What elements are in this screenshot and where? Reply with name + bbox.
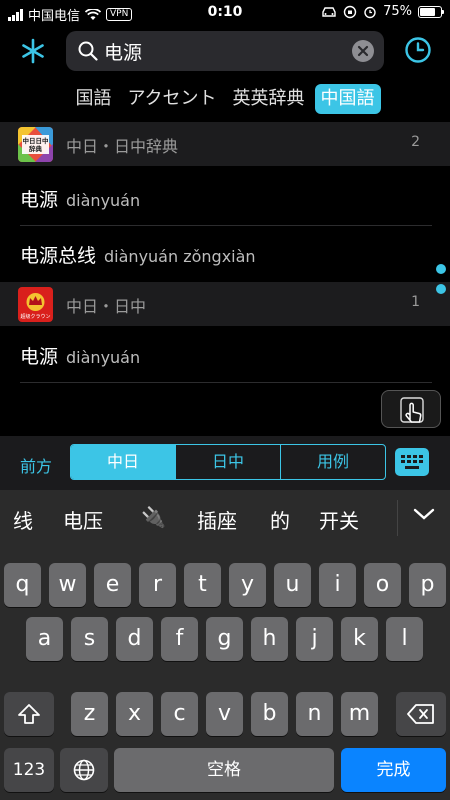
key-m[interactable]: m: [341, 692, 378, 736]
key-r[interactable]: r: [139, 563, 176, 607]
key-z[interactable]: z: [71, 692, 108, 736]
key-x[interactable]: x: [116, 692, 153, 736]
svg-text:中日日中: 中日日中: [23, 136, 49, 145]
search-box[interactable]: [66, 31, 384, 71]
tab-chinese[interactable]: 中国語: [314, 84, 381, 114]
key-l[interactable]: l: [386, 617, 423, 661]
section-title: 中日・日中辞典: [66, 137, 179, 156]
search-mode-bar: 前方 中日 日中 用例: [0, 436, 450, 490]
key-o[interactable]: o: [364, 563, 401, 607]
tab-kokugo[interactable]: 国語: [69, 84, 117, 114]
status-bar: 中国电信 VPN 0:10 75%: [0, 0, 450, 26]
clear-search-button[interactable]: [352, 40, 374, 62]
key-g[interactable]: g: [206, 617, 243, 661]
candidate-bar: 线 电压 🔌 插座 的 开关: [0, 490, 450, 544]
car-icon: [322, 6, 336, 17]
chujitsu-dictionary-logo: 中日日中 辞典: [18, 127, 53, 162]
dictionary-section-header[interactable]: 超级クラウン 中日・日中 1: [0, 282, 450, 326]
divider: [20, 382, 432, 383]
history-clock-icon[interactable]: [404, 36, 432, 64]
alarm-icon: [364, 6, 376, 18]
result-pinyin: diànyuán: [66, 191, 141, 210]
key-y[interactable]: y: [229, 563, 266, 607]
chevron-down-icon[interactable]: [412, 506, 436, 522]
tab-english-english[interactable]: 英英辞典: [227, 84, 311, 114]
key-b[interactable]: b: [251, 692, 288, 736]
result-count: 1: [411, 294, 420, 310]
svg-text:辞典: 辞典: [29, 144, 43, 153]
shift-icon: [18, 704, 40, 724]
key-v[interactable]: v: [206, 692, 243, 736]
asterisk-icon[interactable]: [16, 34, 50, 68]
search-icon: [78, 41, 98, 61]
result-row[interactable]: 电源 diànyuán: [0, 170, 450, 226]
page-indicator: [436, 264, 446, 304]
key-t[interactable]: t: [184, 563, 221, 607]
key-j[interactable]: j: [296, 617, 333, 661]
segment-examples[interactable]: 用例: [281, 445, 385, 479]
key-f[interactable]: f: [161, 617, 198, 661]
crown-dictionary-logo: 超级クラウン: [18, 287, 53, 322]
direction-segmented-control: 中日 日中 用例: [70, 444, 386, 480]
key-u[interactable]: u: [274, 563, 311, 607]
battery-icon: [418, 5, 444, 18]
dictionary-tabs: 国語 アクセント 英英辞典 中国語: [0, 84, 450, 118]
result-pinyin: diànyuán: [66, 348, 141, 367]
search-input[interactable]: [104, 37, 344, 65]
candidate-separator: [397, 500, 398, 536]
key-w[interactable]: w: [49, 563, 86, 607]
candidate[interactable]: 插座: [197, 505, 237, 534]
globe-icon: [73, 759, 95, 781]
key-q[interactable]: q: [4, 563, 41, 607]
front-match-label[interactable]: 前方: [20, 453, 52, 477]
keyboard-toggle-button[interactable]: [395, 448, 429, 476]
result-row[interactable]: 电源 diànyuán: [0, 327, 450, 383]
key-i[interactable]: i: [319, 563, 356, 607]
segment-chinese-japanese[interactable]: 中日: [71, 445, 176, 479]
space-key[interactable]: 空格: [114, 748, 334, 792]
globe-key[interactable]: [60, 748, 108, 792]
dictionary-section-header[interactable]: 中日日中 辞典 中日・日中辞典 2: [0, 122, 450, 166]
done-key[interactable]: 完成: [341, 748, 446, 792]
battery-percent: 75%: [383, 4, 412, 19]
backspace-key[interactable]: [396, 692, 446, 736]
candidate[interactable]: 的: [270, 505, 290, 534]
svg-text:超级クラウン: 超级クラウン: [20, 313, 50, 320]
tab-accent[interactable]: アクセント: [121, 84, 222, 114]
shift-key[interactable]: [4, 692, 54, 736]
segment-japanese-chinese[interactable]: 日中: [176, 445, 281, 479]
key-s[interactable]: s: [71, 617, 108, 661]
key-n[interactable]: n: [296, 692, 333, 736]
key-c[interactable]: c: [161, 692, 198, 736]
result-pinyin: diànyuán zǒngxiàn: [104, 247, 256, 266]
numbers-key[interactable]: 123: [4, 748, 54, 792]
keyboard: 线 电压 🔌 插座 的 开关 qwertyuiop asdfghjkl zxcv…: [0, 490, 450, 800]
result-word: 电源总线: [20, 245, 97, 267]
candidate-plug-emoji[interactable]: 🔌: [141, 505, 166, 529]
hand-pointer-icon: [400, 397, 424, 423]
result-word: 电源: [20, 189, 59, 211]
handwriting-button[interactable]: [381, 390, 441, 428]
key-h[interactable]: h: [251, 617, 288, 661]
keyboard-icon: [401, 455, 423, 469]
result-row[interactable]: 电源总线 diànyuán zǒngxiàn: [0, 226, 450, 282]
close-icon: [357, 45, 369, 57]
candidate[interactable]: 电压: [63, 505, 103, 534]
candidate[interactable]: 线: [13, 505, 33, 534]
key-p[interactable]: p: [409, 563, 446, 607]
candidate[interactable]: 开关: [319, 505, 359, 534]
section-title: 中日・日中: [66, 297, 147, 316]
result-word: 电源: [20, 346, 59, 368]
orientation-lock-icon: [343, 5, 357, 18]
result-count: 2: [411, 134, 420, 150]
key-d[interactable]: d: [116, 617, 153, 661]
key-a[interactable]: a: [26, 617, 63, 661]
backspace-icon: [407, 704, 434, 724]
key-k[interactable]: k: [341, 617, 378, 661]
search-header: [0, 28, 450, 74]
key-e[interactable]: e: [94, 563, 131, 607]
